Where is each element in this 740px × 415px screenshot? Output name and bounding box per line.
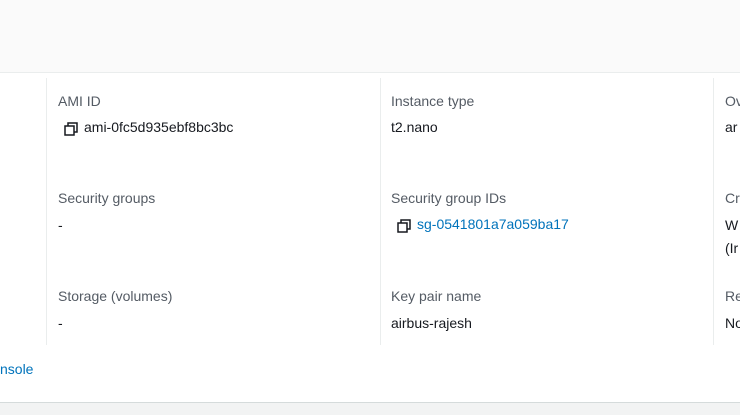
ami-id-label: AMI ID xyxy=(58,93,101,109)
key-pair-name-label: Key pair name xyxy=(391,288,482,304)
column-divider xyxy=(380,78,381,345)
credit-value-line1: W xyxy=(725,217,739,233)
owner-label: Ov xyxy=(725,93,740,109)
column-divider xyxy=(713,78,714,345)
owner-value: ar xyxy=(725,119,738,135)
credit-label: Cr xyxy=(725,190,740,206)
key-pair-name-value: airbus-rajesh xyxy=(391,315,472,331)
security-groups-label: Security groups xyxy=(58,190,156,206)
security-groups-value: - xyxy=(58,217,63,233)
storage-volumes-value: - xyxy=(58,315,63,331)
reason-value: No xyxy=(725,315,740,331)
bottom-bar xyxy=(0,402,740,415)
reason-label: Re xyxy=(725,288,740,304)
console-link[interactable]: nsole xyxy=(0,360,33,378)
instance-type-value: t2.nano xyxy=(391,119,438,135)
security-group-ids-label: Security group IDs xyxy=(391,190,507,206)
column-divider xyxy=(46,78,47,345)
credit-value-line2: (Ir xyxy=(725,240,739,256)
top-panel-band xyxy=(0,0,740,73)
instance-type-label: Instance type xyxy=(391,93,475,109)
storage-volumes-label: Storage (volumes) xyxy=(58,288,173,304)
security-group-id-link[interactable]: sg-0541801a7a059ba17 xyxy=(417,215,569,233)
ami-id-value: ami-0fc5d935ebf8bc3bc xyxy=(84,119,234,135)
copy-icon[interactable] xyxy=(396,218,412,234)
copy-icon[interactable] xyxy=(63,121,79,137)
